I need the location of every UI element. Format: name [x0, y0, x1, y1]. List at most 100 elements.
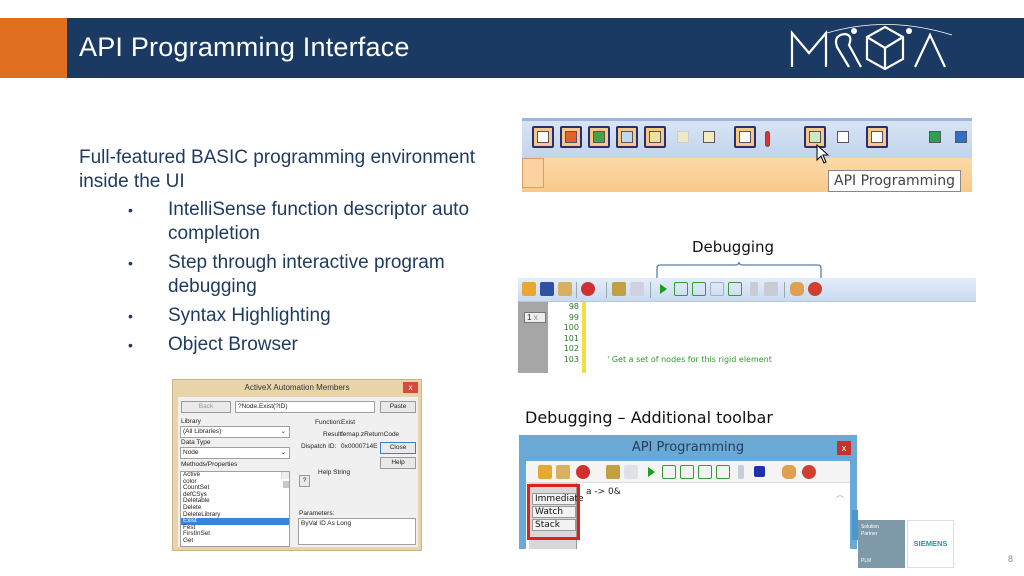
separator — [784, 282, 785, 298]
breakpoint-hand-icon[interactable] — [790, 282, 804, 296]
dispatch-id-label: Dispatch ID: — [301, 443, 337, 450]
object-browser-icon[interactable] — [612, 282, 626, 296]
dialog-editor-icon[interactable] — [624, 465, 638, 479]
step-into-icon[interactable] — [674, 282, 688, 296]
page-number: 8 — [1008, 554, 1014, 564]
clear-breakpoints-icon[interactable] — [802, 465, 816, 479]
step-out-icon[interactable] — [710, 282, 724, 296]
feature-list: • IntelliSense function descriptor auto c… — [128, 198, 478, 362]
entity-info-icon[interactable] — [832, 126, 854, 148]
back-button[interactable]: Back — [181, 401, 231, 413]
library-select[interactable]: (All Libraries) ⌄ — [180, 426, 290, 438]
step-over-icon[interactable] — [692, 282, 706, 296]
thermometer-icon[interactable] — [760, 126, 782, 148]
import-icon[interactable] — [950, 126, 972, 148]
dialog-editor-icon[interactable] — [630, 282, 644, 296]
save-icon[interactable] — [540, 282, 554, 296]
list-item[interactable]: Active — [181, 472, 289, 479]
scroll-up-icon[interactable]: ︿ — [836, 489, 844, 500]
step-into-icon[interactable] — [662, 465, 676, 479]
open-icon[interactable] — [522, 282, 536, 296]
list-item-selected[interactable]: Exist — [181, 518, 289, 525]
debug-toolbar — [518, 278, 976, 302]
api-toolbar — [526, 461, 850, 483]
object-browser-icon[interactable] — [606, 465, 620, 479]
list-item[interactable]: Get — [181, 537, 289, 545]
bullet-icon: • — [128, 202, 133, 218]
help-button[interactable]: Help — [380, 457, 416, 469]
stop-icon[interactable] — [764, 282, 778, 296]
page-title: API Programming Interface — [79, 32, 410, 62]
list-item[interactable]: FirstInSet — [181, 531, 289, 538]
model-view-icon[interactable] — [560, 126, 582, 148]
step-out-icon[interactable] — [698, 465, 712, 479]
bullet-icon: • — [128, 337, 133, 353]
api-programming-tooltip: API Programming — [828, 170, 961, 192]
tertiary-toolbar — [522, 192, 972, 208]
paste-button[interactable]: Paste — [380, 401, 416, 413]
help-question-button[interactable]: ? — [299, 475, 310, 487]
code-area[interactable]: ' Get a set of nodes for this rigid elem… — [602, 302, 976, 373]
data-table-icon[interactable] — [644, 126, 666, 148]
pause-icon[interactable] — [738, 465, 744, 479]
close-icon[interactable]: x — [534, 313, 538, 322]
main-toolbar — [522, 118, 972, 158]
step-over-icon[interactable] — [680, 465, 694, 479]
step-to-cursor-icon[interactable] — [728, 282, 742, 296]
line-numbers: 98 99 100 101 102 103 — [548, 302, 582, 373]
run-icon[interactable] — [656, 282, 670, 296]
pause-icon[interactable] — [750, 282, 758, 296]
code-editor-screenshot: 1 x 98 99 100 101 102 103 ' Get a set of… — [518, 278, 976, 373]
grid-view-icon[interactable] — [588, 126, 610, 148]
bullet-icon: • — [128, 255, 133, 271]
references-icon[interactable] — [576, 465, 590, 479]
close-button[interactable]: Close — [380, 442, 416, 454]
header-accent-block — [0, 18, 67, 78]
run-icon[interactable] — [644, 465, 658, 479]
data-type-label: Data Type — [181, 439, 211, 446]
separator — [576, 282, 577, 298]
expression-field[interactable]: ?Node.Exist(?ID) — [235, 401, 375, 413]
close-icon[interactable]: x — [837, 441, 851, 455]
list-panel-icon[interactable] — [698, 126, 720, 148]
parameters-field[interactable]: ByVal ID As Long — [298, 518, 416, 545]
result-value: femap.zReturnCode — [341, 431, 400, 438]
main-toolbar-screenshot: API Programming — [522, 118, 972, 208]
bullet-icon: • — [128, 308, 133, 324]
scrollbar-thumb[interactable] — [283, 481, 289, 488]
stop-icon[interactable] — [754, 466, 765, 477]
step-to-cursor-icon[interactable] — [716, 465, 730, 479]
solution-partner-logo: Solution Partner PLM — [858, 520, 905, 568]
scrollbar[interactable] — [281, 472, 289, 488]
chart-tab-icon[interactable] — [522, 158, 544, 188]
methods-list[interactable]: Active color CountSet defCSys Deletable … — [180, 471, 290, 547]
feature-item: • Step through interactive program debugg… — [128, 252, 445, 297]
chevron-down-icon: ⌄ — [280, 449, 286, 456]
database-icon[interactable] — [924, 126, 946, 148]
clear-breakpoints-icon[interactable] — [808, 282, 822, 296]
window-title: API Programming — [631, 440, 745, 455]
immediate-output[interactable]: a -> 0& — [586, 487, 621, 497]
breakpoint-hand-icon[interactable] — [782, 465, 796, 479]
separator — [606, 282, 607, 298]
function-label: Function: — [315, 419, 342, 426]
data-type-select[interactable]: Node ⌄ — [180, 447, 290, 459]
methods-label: Methods/Properties — [181, 461, 238, 468]
chart-view-icon[interactable] — [616, 126, 638, 148]
debugging-label: Debugging — [692, 238, 775, 256]
feature-item: • Syntax Highlighting — [128, 305, 331, 326]
module-tab[interactable]: 1 x — [524, 312, 546, 323]
additional-toolbar-label: Debugging – Additional toolbar — [525, 408, 773, 427]
spreadsheet-icon[interactable] — [734, 126, 756, 148]
save-as-icon[interactable] — [556, 465, 570, 479]
open-icon[interactable] — [538, 465, 552, 479]
references-icon[interactable] — [581, 282, 595, 296]
editor-icon[interactable] — [866, 126, 888, 148]
save-as-icon[interactable] — [558, 282, 572, 296]
chevron-down-icon: ⌄ — [280, 428, 286, 435]
entity-grid-icon[interactable] — [672, 126, 694, 148]
close-icon[interactable]: x — [403, 382, 418, 393]
tree-view-icon[interactable] — [532, 126, 554, 148]
feature-item: • Object Browser — [128, 334, 298, 355]
list-item[interactable]: DeleteLibrary — [181, 511, 289, 519]
